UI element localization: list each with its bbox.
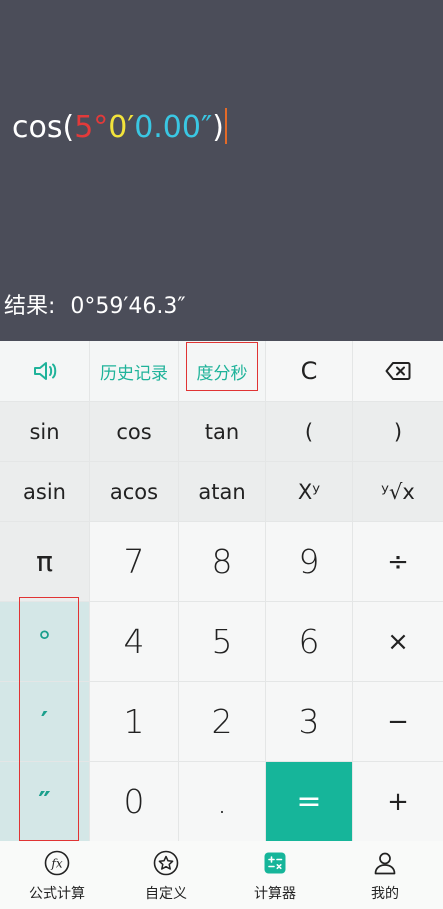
multiply-button[interactable]: × bbox=[353, 602, 443, 681]
expr-degrees: 5 bbox=[74, 110, 94, 145]
digit-6-button[interactable]: 6 bbox=[266, 602, 352, 681]
decimal-point-button[interactable]: . bbox=[179, 762, 265, 841]
digit-0-button[interactable]: 0 bbox=[90, 762, 178, 841]
expr-second-mark: ″ bbox=[200, 110, 213, 145]
sin-button[interactable]: sin bbox=[0, 402, 89, 461]
nav-custom-label: 自定义 bbox=[145, 886, 187, 902]
asin-button[interactable]: asin bbox=[0, 462, 89, 521]
digit-5-button[interactable]: 5 bbox=[179, 602, 265, 681]
root-button[interactable]: ʸ√x bbox=[353, 462, 443, 521]
speaker-icon bbox=[33, 362, 56, 380]
user-icon bbox=[374, 852, 396, 875]
power-button[interactable]: Xʸ bbox=[266, 462, 352, 521]
expr-seconds: 0.00 bbox=[134, 110, 201, 145]
nav-calculator[interactable]: 计算器 bbox=[220, 841, 330, 909]
nav-mine[interactable]: 我的 bbox=[330, 841, 440, 909]
fx-icon: fx bbox=[44, 850, 70, 876]
nav-calculator-label: 计算器 bbox=[254, 886, 296, 902]
tan-button[interactable]: tan bbox=[179, 402, 265, 461]
cos-button[interactable]: cos bbox=[90, 402, 178, 461]
expr-func: cos( bbox=[12, 110, 75, 145]
digit-1-button[interactable]: 1 bbox=[90, 682, 178, 761]
equals-button[interactable]: = bbox=[266, 762, 352, 841]
sound-toggle-button[interactable] bbox=[0, 341, 89, 401]
digit-9-button[interactable]: 9 bbox=[266, 522, 352, 601]
nav-formula-label: 公式计算 bbox=[29, 886, 85, 902]
divide-button[interactable]: ÷ bbox=[353, 522, 443, 601]
backspace-icon bbox=[385, 362, 411, 380]
digit-2-button[interactable]: 2 bbox=[179, 682, 265, 761]
minute-button[interactable]: ′ bbox=[0, 682, 89, 761]
expr-degree-mark: ° bbox=[93, 110, 109, 145]
expr-close: ) bbox=[212, 110, 224, 145]
second-button[interactable]: ″ bbox=[0, 762, 89, 841]
atan-button[interactable]: atan bbox=[179, 462, 265, 521]
calculator-icon bbox=[264, 852, 286, 874]
minus-button[interactable]: − bbox=[353, 682, 443, 761]
display-area: cos(5°0′0.00″) 结果: 0°59′46.3″ bbox=[0, 0, 443, 341]
svg-text:fx: fx bbox=[50, 857, 62, 871]
digit-7-button[interactable]: 7 bbox=[90, 522, 178, 601]
nav-custom[interactable]: 自定义 bbox=[111, 841, 221, 909]
acos-button[interactable]: acos bbox=[90, 462, 178, 521]
result-label: 结果: bbox=[4, 294, 56, 319]
result-value: 0°59′46.3″ bbox=[70, 294, 186, 319]
nav-formula[interactable]: fx 公式计算 bbox=[2, 841, 112, 909]
dms-button[interactable]: 度分秒 bbox=[179, 341, 265, 401]
digit-8-button[interactable]: 8 bbox=[179, 522, 265, 601]
history-button[interactable]: 历史记录 bbox=[90, 341, 178, 401]
keypad: 历史记录 度分秒 C sin cos tan ( ) asin acos ata… bbox=[0, 341, 443, 841]
expr-minute-mark: ′ bbox=[127, 110, 135, 145]
right-paren-button[interactable]: ) bbox=[353, 402, 443, 461]
clear-button[interactable]: C bbox=[266, 341, 352, 401]
backspace-button[interactable] bbox=[353, 341, 443, 401]
bottom-navigation: fx 公式计算 自定义 计算器 我的 bbox=[0, 841, 443, 909]
text-cursor bbox=[224, 108, 227, 144]
digit-3-button[interactable]: 3 bbox=[266, 682, 352, 761]
expr-minutes: 0 bbox=[108, 110, 128, 145]
star-circle-icon bbox=[153, 850, 179, 876]
degree-button[interactable]: ° bbox=[0, 602, 89, 681]
left-paren-button[interactable]: ( bbox=[266, 402, 352, 461]
result: 结果: 0°59′46.3″ bbox=[4, 288, 186, 320]
pi-button[interactable]: π bbox=[0, 522, 89, 601]
plus-button[interactable]: + bbox=[353, 762, 443, 841]
digit-4-button[interactable]: 4 bbox=[90, 602, 178, 681]
expression[interactable]: cos(5°0′0.00″) bbox=[12, 108, 227, 145]
nav-mine-label: 我的 bbox=[371, 886, 399, 902]
